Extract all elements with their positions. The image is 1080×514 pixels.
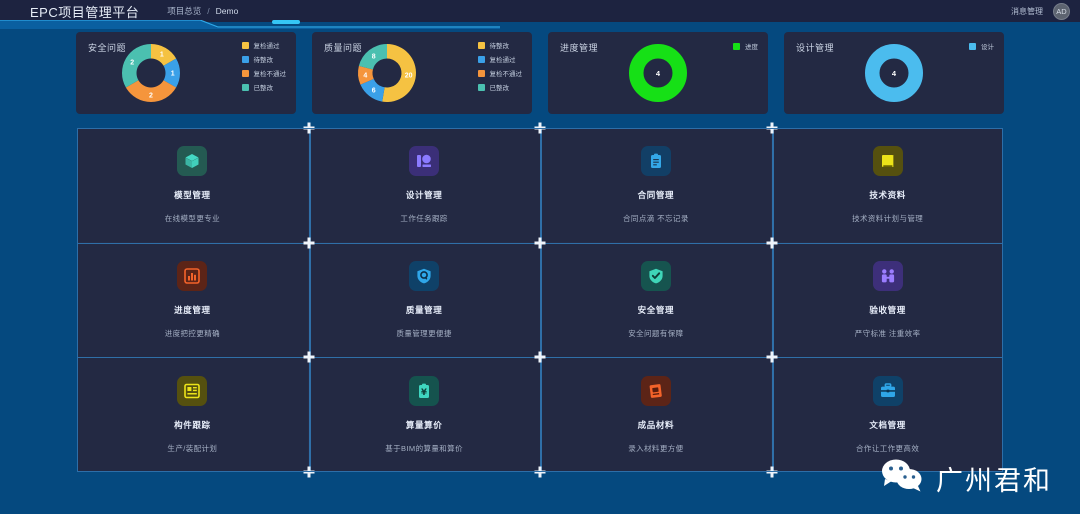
stat-card-quality-issues[interactable]: 质量问题 待整改 复检通过 复检不通过 已整改 20 6 4 8: [312, 32, 532, 114]
module-tile-desc: 录入材料更方便: [628, 444, 684, 453]
breadcrumb-separator: /: [207, 6, 210, 16]
module-tile[interactable]: 合同管理合同点滴 不忘记录: [540, 128, 772, 242]
module-tile-title: 模型管理: [174, 190, 211, 200]
module-tile-title: 进度管理: [174, 305, 211, 315]
shield-q-icon: [409, 261, 440, 291]
shield-check-icon: [640, 261, 671, 291]
svg-text:4: 4: [892, 69, 897, 78]
donut-chart-design: 4: [784, 42, 1004, 104]
message-center-link[interactable]: 消息管理: [1011, 6, 1043, 17]
stat-card-progress[interactable]: 进度管理 进度 4: [548, 32, 768, 114]
design-board-icon: [409, 146, 440, 176]
donut-chart-progress: 4: [548, 42, 768, 104]
module-tile-desc: 技术资料计划与管理: [852, 214, 924, 223]
module-tile-title: 设计管理: [405, 190, 443, 200]
svg-text:8: 8: [372, 53, 376, 60]
briefcase-icon: [872, 376, 903, 406]
module-tile[interactable]: 设计管理工作任务跟踪: [308, 128, 540, 242]
module-tile-desc: 安全问题有保障: [628, 329, 684, 338]
clipboard-icon: [640, 146, 671, 176]
breadcrumb: 项目总览 / Demo: [167, 5, 238, 17]
module-tile-title: 质量管理: [405, 305, 443, 315]
module-tile-title: 构件跟踪: [174, 420, 211, 430]
svg-text:6: 6: [372, 88, 376, 95]
svg-text:4: 4: [656, 69, 661, 78]
top-bar-right: 消息管理 AD: [1011, 2, 1080, 20]
module-tile[interactable]: 质量管理质量管理更便捷: [308, 243, 540, 357]
yuan-clipboard-icon: ¥: [409, 376, 440, 406]
svg-text:1: 1: [160, 52, 164, 59]
module-tile-title: 成品材料: [637, 420, 675, 430]
module-tile[interactable]: ¥ 算量算价基于BIM的算量和算价: [308, 358, 540, 472]
module-tile-desc: 工作任务跟踪: [400, 214, 448, 223]
module-tile[interactable]: 构件跟踪生产/装配计划: [77, 358, 308, 472]
module-tile-desc: 合同点滴 不忘记录: [623, 214, 689, 223]
donut-svg: 4: [865, 44, 923, 102]
donut-chart-quality-issues: 20 6 4 8: [312, 42, 532, 104]
module-tile-desc: 在线模型更专业: [164, 214, 221, 223]
donut-chart-safety-issues: 1 1 2 2: [76, 42, 296, 104]
stat-cards-row: 安全问题 复检通过 待整改 复检不通过 已整改 1 1 2 2 质量问题 待整改…: [76, 32, 1004, 114]
avatar[interactable]: AD: [1053, 2, 1070, 20]
svg-text:4: 4: [363, 72, 367, 79]
module-tile[interactable]: 模型管理在线模型更专业: [77, 128, 308, 242]
module-tile-desc: 基于BIM的算量和算价: [385, 444, 463, 453]
module-tile-title: 安全管理: [637, 305, 675, 315]
breadcrumb-item-2[interactable]: Demo: [216, 6, 239, 16]
svg-text:20: 20: [405, 72, 413, 79]
bar-chart-icon: [177, 261, 208, 291]
app-brand-title: EPC项目管理平台: [30, 4, 140, 20]
module-tile[interactable]: 成品材料录入材料更方便: [540, 358, 772, 472]
cube-icon: [177, 146, 208, 176]
module-tile-desc: 合作让工作更高效: [856, 444, 920, 453]
module-tile-title: 文档管理: [869, 420, 906, 430]
svg-text:¥: ¥: [421, 388, 427, 398]
donut-svg: 1 1 2 2: [122, 44, 180, 102]
module-tile[interactable]: 安全管理安全问题有保障: [540, 243, 772, 357]
donut-svg: 20 6 4 8: [358, 44, 417, 102]
module-tile[interactable]: 文档管理合作让工作更高效: [772, 358, 1003, 472]
module-tile[interactable]: 进度管理进度把控更精确: [77, 243, 308, 357]
stat-card-safety-issues[interactable]: 安全问题 复检通过 待整改 复检不通过 已整改 1 1 2 2: [76, 32, 296, 114]
module-tile-desc: 质量管理更便捷: [396, 329, 452, 338]
module-tile-desc: 生产/装配计划: [167, 444, 218, 453]
top-bar: EPC项目管理平台 项目总览 / Demo 消息管理 AD: [0, 0, 1080, 22]
module-tile-desc: 进度把控更精确: [164, 329, 221, 338]
module-tile-desc: 严守标准 注重效率: [854, 329, 921, 338]
app-root: EPC项目管理平台 项目总览 / Demo 消息管理 AD 安全问题 复检通过 …: [0, 0, 1080, 514]
svg-text:1: 1: [171, 71, 175, 78]
breadcrumb-item-0[interactable]: 项目总览: [167, 5, 201, 17]
module-tile-title: 验收管理: [869, 305, 906, 315]
grid-list-icon: [177, 376, 208, 406]
module-tile-title: 算量算价: [405, 420, 443, 430]
module-tile-title: 合同管理: [637, 190, 675, 200]
book-icon: [872, 146, 903, 176]
people-icon: [872, 261, 903, 291]
material-box-icon: [640, 376, 671, 406]
svg-text:2: 2: [149, 92, 153, 99]
module-grid: 模型管理 在线模型更专业 设计管理 工作任务跟踪 合同管理 合同点滴 不忘记录 技术资料 技术…: [77, 128, 1003, 472]
donut-svg: 4: [629, 44, 687, 102]
module-tile-title: 技术资料: [869, 190, 906, 200]
module-grid-wrapper: 模型管理 在线模型更专业 设计管理 工作任务跟踪 合同管理 合同点滴 不忘记录 技术资料 技术…: [77, 122, 1003, 478]
module-tile[interactable]: 技术资料技术资料计划与管理: [772, 128, 1003, 242]
page-content: 安全问题 复检通过 待整改 复检不通过 已整改 1 1 2 2 质量问题 待整改…: [0, 22, 1080, 514]
stat-card-design[interactable]: 设计管理 设计 4: [784, 32, 1004, 114]
svg-text:2: 2: [130, 60, 134, 67]
module-tile[interactable]: 验收管理严守标准 注重效率: [772, 243, 1003, 357]
